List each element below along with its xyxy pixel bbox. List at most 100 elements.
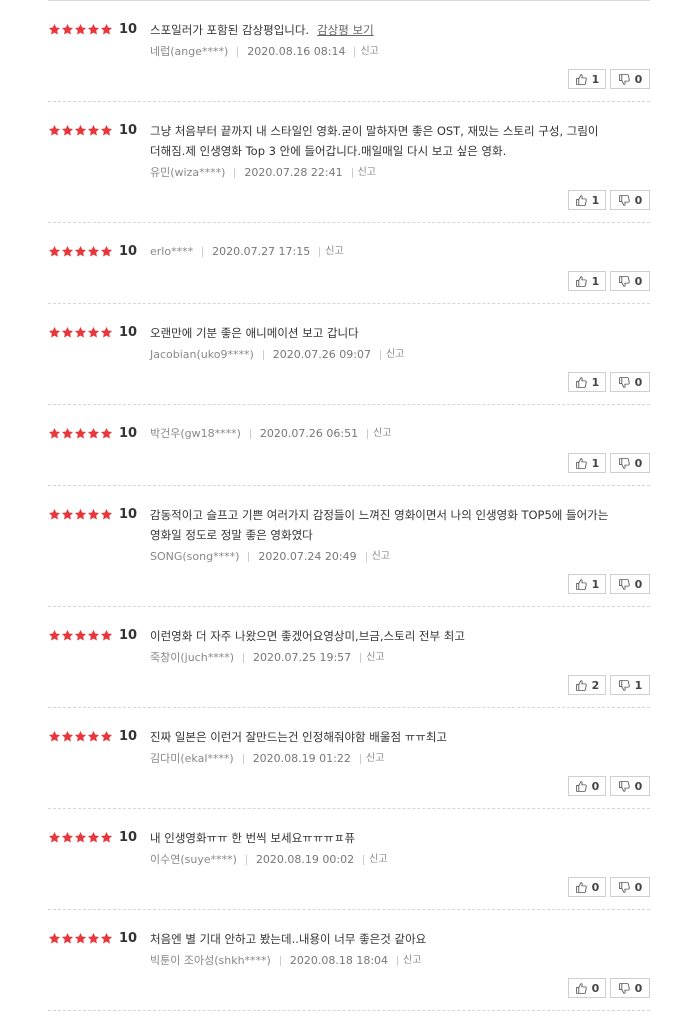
divider [367,429,369,439]
star-icon [48,508,61,521]
review-author: erlo**** [150,245,194,258]
star-icon [61,23,74,36]
report-link[interactable]: 신고 [372,549,390,565]
like-button[interactable]: 0 [568,877,606,897]
review-text-body: 이런영화 더 자주 나왔으면 좋겠어요영상미,브금,스토리 전부 최고 [150,629,465,643]
like-button[interactable]: 1 [568,372,606,392]
like-button[interactable]: 1 [568,190,606,210]
dislike-count: 0 [634,456,643,470]
like-button[interactable]: 1 [568,574,606,594]
divider [354,47,356,57]
like-button[interactable]: 1 [568,453,606,473]
star-icon [87,932,100,945]
review-date: 2020.07.27 17:15 [212,245,311,258]
review-score: 10 [48,931,137,946]
star-icon [61,508,74,521]
review-item: 10 오랜만에 기분 좋은 애니메이션 보고 갑니다 Jacobian(uko9… [48,304,650,405]
review-author: 이수연(suye****) [150,853,237,866]
star-icon [87,427,100,440]
vote-buttons: 1 0 [568,190,650,210]
report-link[interactable]: 신고 [366,751,384,767]
vote-buttons: 1 0 [568,69,650,89]
thumbs-up-icon [575,881,592,894]
divider [319,247,321,257]
dislike-button[interactable]: 0 [610,776,650,796]
review-score: 10 [48,244,137,259]
review-score: 10 [48,830,137,845]
star-icon [87,326,100,339]
view-spoiler-link[interactable]: 감상평 보기 [317,23,374,37]
review-item: 10 감동적이고 슬프고 기쁜 여러가지 감정들이 느껴진 영화이면서 나의 인… [48,486,650,607]
review-item: 10 그냥 처음부터 끝까지 내 스타일인 영화.굳이 말하자면 좋은 OST,… [48,102,650,223]
dislike-button[interactable]: 0 [610,574,650,594]
thumbs-down-icon [618,275,635,288]
report-link[interactable]: 신고 [369,852,387,868]
review-text: 오랜만에 기분 좋은 애니메이션 보고 갑니다 [150,323,630,343]
review-score: 10 [48,628,137,643]
divider [351,168,353,178]
review-text-body: 처음엔 별 기대 안하고 봤는데..내용이 너무 좋은것 같아요 [150,932,427,946]
vote-buttons: 1 0 [568,271,650,291]
review-author: SONG(song****) [150,550,240,563]
review-score: 10 [48,325,137,340]
review-date: 2020.08.19 01:22 [252,752,351,765]
star-icon [48,245,61,258]
report-link[interactable]: 신고 [325,242,343,262]
report-link[interactable]: 신고 [358,165,376,181]
review-score: 10 [48,507,137,522]
dislike-count: 0 [634,577,643,591]
thumbs-down-icon [618,679,635,692]
divider [360,653,362,663]
like-button[interactable]: 2 [568,675,606,695]
star-icon [74,831,87,844]
review-text-body: 진짜 일본은 이런거 잘만드는건 인정해줘야함 배울점 ㅠㅠ최고 [150,730,448,744]
vote-buttons: 1 0 [568,453,650,473]
dislike-button[interactable]: 0 [610,877,650,897]
star-icon [61,245,74,258]
dislike-count: 0 [634,274,643,288]
review-content: 진짜 일본은 이런거 잘만드는건 인정해줘야함 배울점 ㅠㅠ최고 김다미(eka… [150,727,630,767]
star-icon [74,629,87,642]
star-rating [48,326,113,339]
report-link[interactable]: 신고 [386,347,404,363]
thumbs-up-icon [575,982,592,995]
like-count: 0 [591,981,600,995]
dislike-button[interactable]: 0 [610,978,650,998]
dislike-button[interactable]: 0 [610,69,650,89]
report-link[interactable]: 신고 [373,424,391,444]
divider [234,168,236,178]
review-meta: SONG(song****) 2020.07.24 20:49 신고 [150,549,630,565]
dislike-button[interactable]: 0 [610,271,650,291]
review-meta: 박건우(gw18****) 2020.07.26 06:51 신고 [150,424,630,444]
dislike-button[interactable]: 1 [610,675,650,695]
like-button[interactable]: 1 [568,69,606,89]
star-rating [48,831,113,844]
star-icon [74,932,87,945]
score-value: 10 [119,22,138,37]
star-icon [74,245,87,258]
star-icon [61,730,74,743]
review-content: 스포일러가 포함된 감상평입니다. 감상평 보기 네럽(ange****) 202… [150,20,630,60]
like-button[interactable]: 1 [568,271,606,291]
star-icon [48,629,61,642]
review-content: 박건우(gw18****) 2020.07.26 06:51 신고 [150,424,630,444]
report-link[interactable]: 신고 [366,650,384,666]
dislike-button[interactable]: 0 [610,372,650,392]
review-meta: 빅툰이 조아성(shkh****) 2020.08.18 18:04 신고 [150,953,630,969]
thumbs-down-icon [618,194,635,207]
review-text: 이런영화 더 자주 나왔으면 좋겠어요영상미,브금,스토리 전부 최고 [150,626,630,646]
like-button[interactable]: 0 [568,978,606,998]
report-link[interactable]: 신고 [403,953,421,969]
dislike-button[interactable]: 0 [610,453,650,473]
review-text-body: 감동적이고 슬프고 기쁜 여러가지 감정들이 느껴진 영화이면서 나의 인생영화… [150,508,609,542]
star-icon [100,730,113,743]
report-link[interactable]: 신고 [360,44,378,60]
review-content: 내 인생영화ㅠㅠ 한 번씩 보세요ㅠㅠㅠㅍ퓨 이수연(suye****) 202… [150,828,630,868]
review-score: 10 [48,426,137,441]
dislike-count: 0 [634,193,643,207]
like-button[interactable]: 0 [568,776,606,796]
divider [279,956,281,966]
review-text-body: 내 인생영화ㅠㅠ 한 번씩 보세요ㅠㅠㅠㅍ퓨 [150,831,356,845]
dislike-button[interactable]: 0 [610,190,650,210]
review-date: 2020.07.25 19:57 [253,651,352,664]
